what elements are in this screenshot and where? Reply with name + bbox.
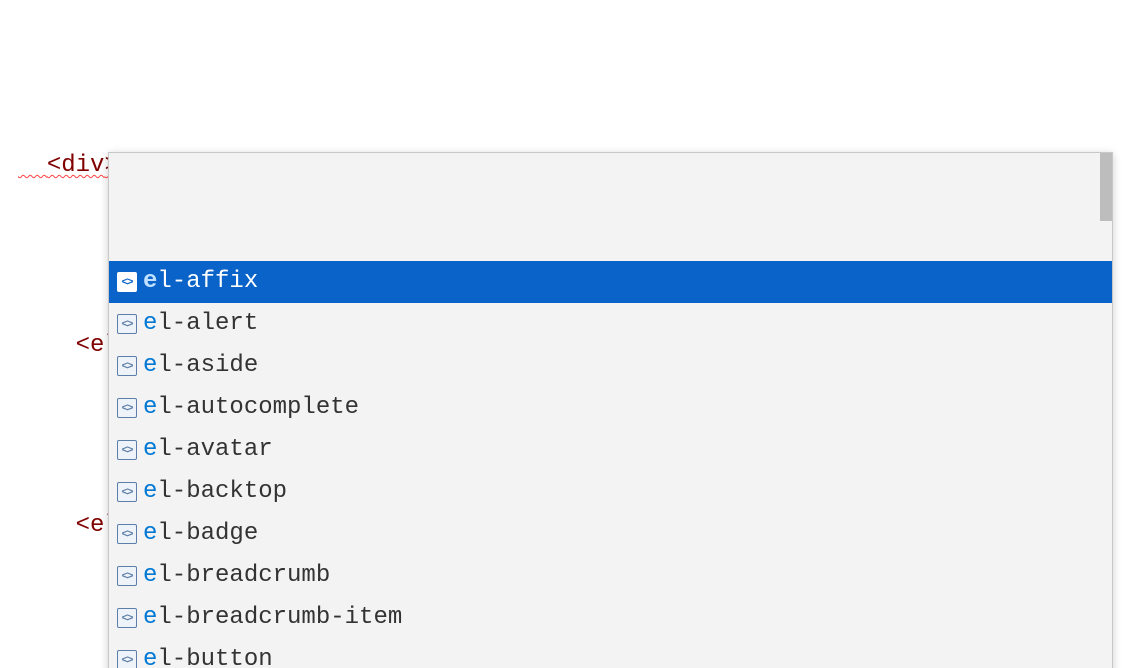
autocomplete-scrollbar[interactable]: [1100, 153, 1112, 221]
autocomplete-item-label: el-backtop: [143, 474, 287, 510]
snippet-icon: <>: [117, 314, 137, 334]
snippet-icon: <>: [117, 524, 137, 544]
autocomplete-item-label: el-breadcrumb: [143, 558, 330, 594]
autocomplete-item[interactable]: <> el-button: [109, 639, 1112, 668]
autocomplete-item[interactable]: <> el-alert: [109, 303, 1112, 345]
autocomplete-item-label: el-avatar: [143, 432, 273, 468]
autocomplete-item-label: el-alert: [143, 306, 258, 342]
autocomplete-item[interactable]: <> el-breadcrumb-item: [109, 597, 1112, 639]
snippet-icon: <>: [117, 650, 137, 668]
autocomplete-item-label: el-aside: [143, 348, 258, 384]
snippet-icon: <>: [117, 356, 137, 376]
snippet-icon: <>: [117, 272, 137, 292]
snippet-icon: <>: [117, 608, 137, 628]
autocomplete-item[interactable]: <> el-backtop: [109, 471, 1112, 513]
snippet-icon: <>: [117, 440, 137, 460]
autocomplete-item-label: el-button: [143, 642, 273, 668]
code-editor[interactable]: <div> <el-button type="primary" size="sm…: [0, 0, 1136, 668]
autocomplete-item[interactable]: <> el-aside: [109, 345, 1112, 387]
autocomplete-item[interactable]: <> el-affix: [109, 261, 1112, 303]
autocomplete-item-label: el-autocomplete: [143, 390, 359, 426]
autocomplete-item-label: el-affix: [143, 264, 258, 300]
snippet-icon: <>: [117, 482, 137, 502]
autocomplete-item[interactable]: <> el-breadcrumb: [109, 555, 1112, 597]
autocomplete-item[interactable]: <> el-badge: [109, 513, 1112, 555]
autocomplete-popup[interactable]: <> el-affix <> el-alert <> el-aside <> el-autoc…: [108, 152, 1113, 668]
snippet-icon: <>: [117, 398, 137, 418]
snippet-icon: <>: [117, 566, 137, 586]
autocomplete-list: <> el-affix <> el-alert <> el-aside <> el-autoc…: [109, 261, 1112, 668]
autocomplete-item[interactable]: <> el-autocomplete: [109, 387, 1112, 429]
autocomplete-item-label: el-badge: [143, 516, 258, 552]
autocomplete-item[interactable]: <> el-avatar: [109, 429, 1112, 471]
autocomplete-item-label: el-breadcrumb-item: [143, 600, 402, 636]
